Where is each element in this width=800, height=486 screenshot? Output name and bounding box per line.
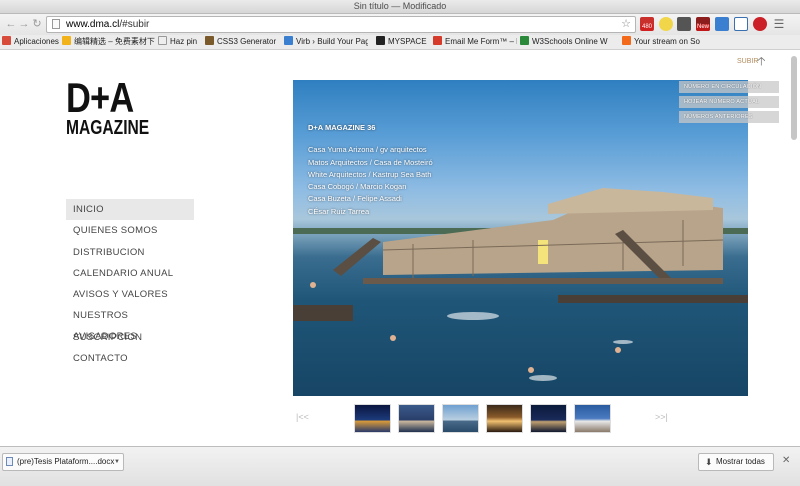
bookmark-2[interactable]: Haz pin xyxy=(158,35,198,49)
logo-line1: D+A xyxy=(66,74,134,121)
menu-item-avisadores[interactable]: NUESTROS AVISADORES xyxy=(66,305,194,342)
menu-item-inicio[interactable]: INICIO xyxy=(66,199,194,221)
chevron-down-icon[interactable]: ▼ xyxy=(114,454,120,470)
bookmark-star-icon[interactable]: ☆ xyxy=(621,17,631,32)
menu-item-suscripcion[interactable]: SUSCRIPCION xyxy=(66,327,194,348)
hero-link[interactable]: Casa Cobogó / Marcio Kogan xyxy=(308,181,433,193)
print-icon[interactable] xyxy=(734,17,748,31)
gallery-thumbnail[interactable] xyxy=(530,404,567,433)
hero-link[interactable]: Matos Arquitectos / Casa de Mosteiró xyxy=(308,157,433,169)
page-icon xyxy=(52,19,60,29)
window-titlebar: Sin título — Modificado xyxy=(0,0,800,14)
page-scrollbar[interactable] xyxy=(791,56,797,140)
tab-numero-circulacion[interactable]: NÚMERO EN CIRCULACIÓN xyxy=(679,81,779,93)
bookmark-favicon xyxy=(376,36,385,45)
menu-item-contacto[interactable]: CONTACTO xyxy=(66,348,194,369)
window-title: Sin título — Modificado xyxy=(353,1,447,11)
gallery-thumbnail[interactable] xyxy=(574,404,611,433)
forward-button[interactable]: → xyxy=(18,17,30,31)
menu-item-avisos[interactable]: AVISOS Y VALORES xyxy=(66,284,194,305)
hero-image[interactable]: D+A MAGAZINE 36 Casa Yuma Arizona / gv a… xyxy=(293,80,748,396)
hero-link[interactable]: Casa Buzeta / Felipe Assadi xyxy=(308,193,433,205)
bookmark-favicon xyxy=(205,36,214,45)
address-bar[interactable]: www.dma.cl/#subir ☆ xyxy=(46,16,636,33)
download-item[interactable]: (pre)Tesis Plataform....docx ▼ xyxy=(2,453,124,471)
bookmark-6[interactable]: Email Me Form™ – H xyxy=(433,35,517,49)
pinterest-icon[interactable] xyxy=(753,17,767,31)
arrow-up-icon: 🡡 xyxy=(757,54,766,68)
url-text: www.dma.cl/#subir xyxy=(66,19,150,30)
bookmark-3[interactable]: CSS3 Generator xyxy=(205,35,277,49)
hero-link[interactable]: Casa Yuma Arizona / gv arquitectos xyxy=(308,144,433,156)
pager-prev[interactable]: |<< xyxy=(296,412,309,422)
back-button[interactable]: ← xyxy=(5,17,17,31)
hero-link[interactable]: CÉsar Ruiz Tarrea xyxy=(308,206,433,218)
menu-item-quienes-somos[interactable]: QUIENES SOMOS xyxy=(66,220,194,241)
badge-480: 480 xyxy=(641,24,654,31)
issue-title: D+A MAGAZINE 36 xyxy=(308,123,376,132)
bookmark-7[interactable]: W3Schools Online W xyxy=(520,35,608,49)
issue-tabs: NÚMERO EN CIRCULACIÓN HOJEAR NÚMERO ACTU… xyxy=(679,81,779,126)
badge-new: New xyxy=(696,24,711,31)
document-icon xyxy=(6,457,13,466)
extension-yellow-icon[interactable] xyxy=(659,17,673,31)
bookmark-4[interactable]: Virb › Build Your Pag xyxy=(284,35,368,49)
hero-overlay: D+A MAGAZINE 36 Casa Yuma Arizona / gv a… xyxy=(308,122,433,218)
page-viewport: D+A MAGAZINE SUBIR 🡡 INICIO QUIENES SOMO… xyxy=(0,50,800,446)
apps-icon xyxy=(2,36,11,45)
bookmark-favicon xyxy=(62,36,71,45)
logo-line2: MAGAZINE xyxy=(66,117,150,139)
gallery-thumbnail[interactable] xyxy=(354,404,391,433)
bookmark-favicon xyxy=(284,36,293,45)
download-filename: (pre)Tesis Plataform....docx xyxy=(17,457,115,466)
reload-button[interactable]: ↻ xyxy=(31,17,43,31)
bookmarks-bar: Aplicaciones 编辑精选 – 免费素材下 Haz pin CSS3 G… xyxy=(0,35,800,50)
gallery-thumbnail[interactable] xyxy=(442,404,479,433)
show-all-label: Mostrar todas xyxy=(716,457,765,466)
bookmark-favicon xyxy=(622,36,631,45)
bookmark-1[interactable]: 编辑精选 – 免费素材下 xyxy=(62,35,158,49)
hero-link[interactable]: White Arquitectos / Kastrup Sea Bath xyxy=(308,169,433,181)
extension-blue-icon[interactable] xyxy=(715,17,729,31)
main-menu: INICIO QUIENES SOMOS DISTRIBUCION CALEND… xyxy=(66,199,194,369)
extension-480-icon[interactable]: 480 xyxy=(640,17,654,31)
scroll-top-link[interactable]: SUBIR 🡡 xyxy=(737,55,766,68)
bookmark-8[interactable]: Your stream on Sou xyxy=(622,35,700,49)
menu-item-distribucion[interactable]: DISTRIBUCION xyxy=(66,242,194,263)
menu-item-calendario[interactable]: CALENDARIO ANUAL xyxy=(66,263,194,284)
bookmark-5[interactable]: MYSPACE xyxy=(376,35,428,49)
site-logo[interactable]: D+A MAGAZINE xyxy=(66,74,156,140)
bookmark-apps[interactable]: Aplicaciones xyxy=(2,35,60,49)
bookmark-favicon xyxy=(158,36,167,45)
extension-dark-icon[interactable] xyxy=(677,17,691,31)
download-shelf: (pre)Tesis Plataform....docx ▼ ⬇ Mostrar… xyxy=(0,446,800,486)
tab-hojear-numero[interactable]: HOJEAR NÚMERO ACTUAL xyxy=(679,96,779,108)
tab-numeros-anteriores[interactable]: NÚMEROS ANTERIORES xyxy=(679,111,779,123)
bookmark-favicon xyxy=(520,36,529,45)
show-all-downloads-button[interactable]: ⬇ Mostrar todas xyxy=(698,453,774,471)
gallery-thumbnail[interactable] xyxy=(398,404,435,433)
browser-toolbar: ← → ↻ www.dma.cl/#subir ☆ 480 New ☰ xyxy=(0,14,800,35)
subir-label: SUBIR xyxy=(737,58,759,65)
bookmark-favicon xyxy=(433,36,442,45)
close-icon[interactable]: ✕ xyxy=(782,453,790,469)
extension-new-icon[interactable]: New xyxy=(696,17,711,31)
menu-icon[interactable]: ☰ xyxy=(772,17,786,31)
gallery-thumbnail[interactable] xyxy=(486,404,523,433)
download-arrow-icon: ⬇ xyxy=(705,457,713,467)
pager-next[interactable]: >>| xyxy=(655,412,668,422)
